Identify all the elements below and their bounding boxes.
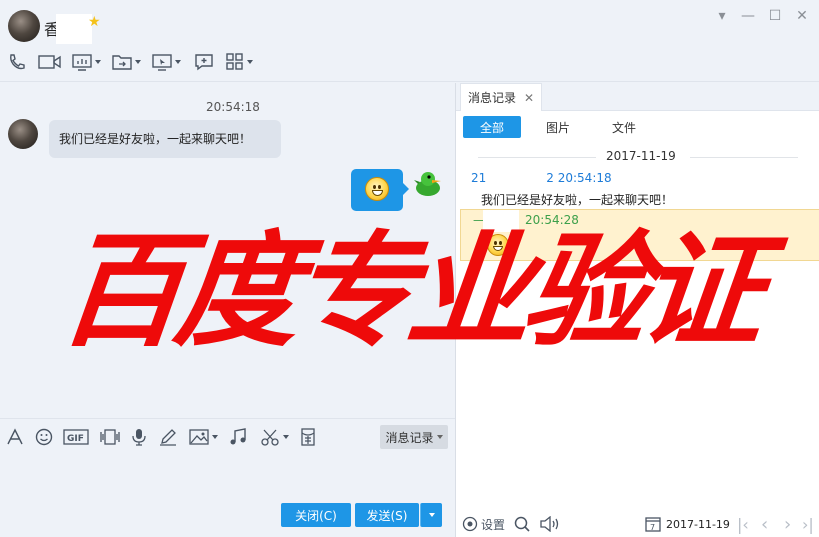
search-icon[interactable] bbox=[514, 516, 530, 532]
smiley-emoji-icon bbox=[487, 234, 509, 256]
video-call-icon[interactable] bbox=[38, 50, 62, 74]
input-area: GIF 消息记录 关闭(C) 发送(S) bbox=[0, 418, 455, 537]
settings-icon bbox=[462, 516, 478, 532]
phone-icon[interactable] bbox=[8, 50, 26, 74]
pen-icon[interactable] bbox=[159, 427, 177, 447]
gif-icon[interactable]: GIF bbox=[63, 427, 89, 447]
history-date: 2017-11-19 bbox=[606, 149, 676, 163]
message-time: 20:54:18 bbox=[206, 100, 260, 114]
emoji-icon[interactable] bbox=[35, 427, 53, 447]
next-page-icon[interactable]: › bbox=[784, 514, 791, 535]
first-page-icon[interactable]: |‹ bbox=[737, 515, 749, 534]
footer-date: 2017-11-19 bbox=[666, 517, 730, 531]
outgoing-message-bubble bbox=[351, 169, 409, 211]
last-page-icon[interactable]: ›| bbox=[802, 515, 814, 534]
history-entry-2[interactable]: —20:54:28 bbox=[460, 209, 819, 261]
red-envelope-icon[interactable] bbox=[300, 427, 316, 447]
dropdown-icon[interactable]: ▾ bbox=[712, 6, 732, 26]
transfer-file-icon[interactable] bbox=[112, 50, 141, 74]
incoming-message-bubble: 我们已经是好友啦，一起来聊天吧！ bbox=[49, 120, 281, 158]
maximize-button[interactable]: ☐ bbox=[765, 6, 785, 26]
add-chat-icon[interactable] bbox=[194, 50, 214, 74]
settings-button[interactable]: 设置 bbox=[462, 516, 505, 533]
font-icon[interactable] bbox=[7, 427, 23, 447]
history-tab-bar: 消息记录 ✕ bbox=[456, 83, 819, 111]
close-tab-icon[interactable]: ✕ bbox=[524, 91, 534, 105]
contact-avatar[interactable] bbox=[8, 10, 40, 42]
image-icon[interactable] bbox=[189, 427, 218, 447]
history-entry-1-text: 我们已经是好友啦，一起来聊天吧！ bbox=[481, 193, 674, 207]
message-history-label: 消息记录 bbox=[385, 430, 434, 445]
screen-shake-icon[interactable] bbox=[99, 427, 121, 447]
music-icon[interactable] bbox=[229, 427, 247, 447]
screen-share-icon[interactable] bbox=[72, 50, 101, 74]
svg-text:GIF: GIF bbox=[67, 434, 84, 444]
svg-text:7: 7 bbox=[650, 523, 655, 532]
filter-all[interactable]: 全部 bbox=[463, 116, 521, 138]
filter-files[interactable]: 文件 bbox=[604, 116, 644, 138]
sender-name-mask bbox=[491, 169, 546, 187]
tab-label: 消息记录 bbox=[468, 91, 517, 105]
history-footer: 设置 7 2017-11-19 |‹ ‹ › ›| bbox=[456, 511, 819, 537]
sender-avatar[interactable] bbox=[8, 119, 38, 149]
microphone-icon[interactable] bbox=[131, 427, 147, 447]
speaker-icon[interactable] bbox=[540, 516, 562, 532]
filter-images[interactable]: 图片 bbox=[538, 116, 578, 138]
history-caret-icon bbox=[436, 435, 443, 439]
remote-desktop-icon[interactable] bbox=[152, 50, 181, 74]
chat-header: 香 ★ ▾ — ☐ ✕ bbox=[0, 0, 819, 82]
prev-page-icon[interactable]: ‹ bbox=[761, 514, 768, 535]
settings-label: 设置 bbox=[481, 517, 506, 532]
close-button[interactable]: 关闭(C) bbox=[281, 503, 351, 527]
star-icon: ★ bbox=[88, 14, 101, 30]
scissors-screenshot-icon[interactable] bbox=[260, 427, 289, 447]
date-divider: 2017-11-19 bbox=[478, 149, 798, 165]
duck-avatar-icon[interactable] bbox=[412, 168, 444, 200]
send-options-caret-icon bbox=[428, 513, 435, 517]
smiley-emoji-icon bbox=[365, 177, 389, 201]
tab-message-history[interactable]: 消息记录 ✕ bbox=[460, 83, 542, 111]
send-options-button[interactable] bbox=[420, 503, 442, 527]
apps-icon[interactable] bbox=[226, 50, 253, 74]
name-mask bbox=[56, 14, 92, 44]
sender-name-mask-2 bbox=[483, 210, 519, 232]
message-history-button[interactable]: 消息记录 bbox=[380, 425, 448, 449]
close-window-button[interactable]: ✕ bbox=[792, 6, 812, 26]
calendar-icon[interactable]: 7 bbox=[645, 516, 661, 532]
history-panel: 消息记录 ✕ 全部 图片 文件 2017-11-19 21 2 20:54:18 … bbox=[455, 83, 819, 537]
send-button[interactable]: 发送(S) bbox=[355, 503, 419, 527]
minimize-button[interactable]: — bbox=[738, 6, 758, 26]
chat-messages-area[interactable]: 20:54:18 我们已经是好友啦，一起来聊天吧！ bbox=[0, 83, 455, 418]
